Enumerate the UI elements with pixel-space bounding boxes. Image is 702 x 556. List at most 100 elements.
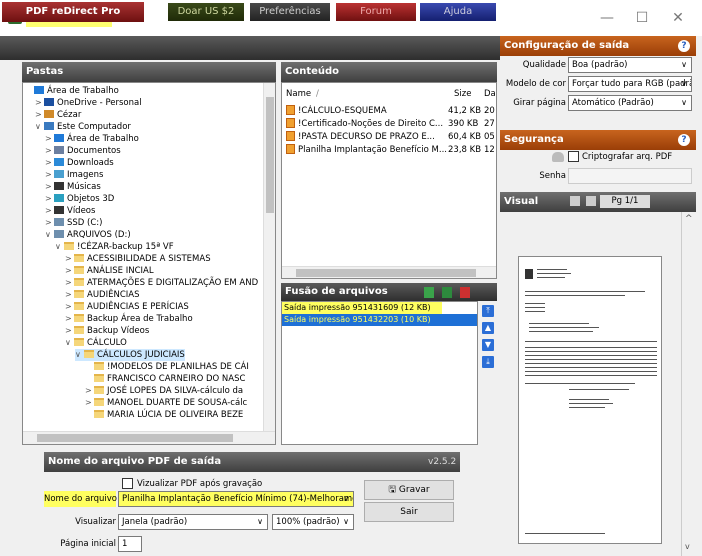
expand-icon[interactable]: > (45, 145, 54, 157)
tree-item[interactable]: FRANCISCO CARNEIRO DO NASC (85, 373, 245, 385)
merge-list[interactable]: Saída impressão 951431609 (12 KB) Saída … (281, 301, 478, 445)
expand-icon[interactable]: > (85, 385, 94, 397)
view-after-checkbox[interactable] (122, 478, 133, 489)
merge-item[interactable]: Saída impressão 951431609 (12 KB) (282, 302, 442, 314)
tree-item[interactable]: > Área de Trabalho (45, 133, 139, 145)
file-hscrollbar[interactable] (282, 266, 496, 278)
expand-icon[interactable]: ∨ (35, 121, 44, 133)
file-row[interactable]: Planilha Implantação Benefício M... 23,8 … (286, 144, 496, 156)
expand-icon[interactable]: > (65, 289, 74, 301)
tree-item[interactable]: ∨ !CÉZAR-backup 15ª VF (55, 241, 174, 253)
file-row[interactable]: !Certificado-Noções de Direito C... 390 K… (286, 118, 496, 130)
tree-item[interactable]: > AUDIÊNCIAS (65, 289, 139, 301)
print-icon[interactable] (586, 196, 596, 206)
tree-item[interactable]: !MODELOS DE PLANILHAS DE CÁI (85, 361, 249, 373)
expand-icon[interactable]: > (65, 301, 74, 313)
tree-item[interactable]: > SSD (C:) (45, 217, 102, 229)
tree-item[interactable]: ∨ CÁLCULOS JUDICIAIS (75, 349, 185, 361)
tree-item[interactable]: > ANÁLISE INCIAL (65, 265, 154, 277)
tree-item[interactable]: > Downloads (45, 157, 114, 169)
expand-icon[interactable]: > (45, 205, 54, 217)
tree-item[interactable]: > ATERMAÇÕES E DIGITALIZAÇÃO EM AND (65, 277, 258, 289)
tree-item[interactable]: MARIA LÚCIA DE OLIVEIRA BEZE (85, 409, 243, 421)
expand-icon[interactable]: > (45, 193, 54, 205)
expand-icon[interactable]: > (45, 157, 54, 169)
col-date-header[interactable]: Da (484, 89, 496, 99)
add-folder-icon[interactable] (442, 287, 452, 298)
file-row[interactable]: !PASTA DECURSO DE PRAZO E... 60,4 KB 05 (286, 131, 496, 143)
file-list[interactable]: Name / Size Da !CÁLCULO-ESQUEMA 41,2 KB 20… (281, 82, 497, 279)
expand-icon[interactable]: > (35, 109, 44, 121)
preview-panel[interactable]: ^ v (500, 212, 696, 556)
move-bottom-icon[interactable]: ⤓ (482, 356, 494, 368)
expand-icon[interactable]: > (65, 253, 74, 265)
remove-file-icon[interactable] (460, 287, 470, 298)
maximize-button[interactable]: ☐ (632, 10, 652, 26)
brand-button[interactable]: PDF reDirect Pro (2, 2, 144, 22)
expand-icon[interactable]: ∨ (75, 349, 84, 361)
preferences-button[interactable]: Preferências (250, 3, 330, 21)
tree-item[interactable]: ∨ CÁLCULO (65, 337, 127, 349)
move-up-icon[interactable]: ▲ (482, 322, 494, 334)
tree-hscrollbar[interactable] (23, 431, 275, 444)
move-top-icon[interactable]: ⤒ (482, 305, 494, 317)
security-help-icon[interactable]: ? (678, 134, 690, 146)
add-file-icon[interactable] (424, 287, 434, 298)
col-size-header[interactable]: Size (454, 89, 471, 99)
tree-item[interactable]: > Músicas (45, 181, 101, 193)
save-button[interactable]: 🖫 Gravar (364, 480, 454, 500)
tree-item[interactable]: > ACESSIBILIDADE A SISTEMAS (65, 253, 211, 265)
expand-icon[interactable]: ∨ (65, 337, 74, 349)
tree-item[interactable]: > JOSÉ LOPES DA SILVA-cálculo da (85, 385, 243, 397)
tree-item[interactable]: > Backup Área de Trabalho (65, 313, 193, 325)
encrypt-checkbox[interactable] (568, 151, 579, 162)
tree-scrollbar[interactable] (263, 83, 275, 432)
quality-select[interactable]: Boa (padrão) (568, 57, 692, 73)
rotate-select[interactable]: Atomático (Padrão) (568, 95, 692, 111)
tree-item[interactable]: ∨ ARQUIVOS (D:) (45, 229, 131, 241)
col-name-header[interactable]: Name (286, 89, 311, 99)
visualizar-select[interactable]: Janela (padrão) (118, 514, 268, 530)
tree-item[interactable]: ∨ Este Computador (35, 121, 131, 133)
zoom-select[interactable]: 100% (padrão) (272, 514, 354, 530)
tree-item[interactable]: > Documentos (45, 145, 121, 157)
expand-icon[interactable]: > (65, 265, 74, 277)
expand-icon[interactable]: > (65, 313, 74, 325)
expand-icon[interactable]: > (45, 133, 54, 145)
exit-button[interactable]: Sair (364, 502, 454, 522)
donate-button[interactable]: Doar US $2 (168, 3, 244, 21)
zoom-icon[interactable] (570, 196, 580, 206)
preview-scrollbar[interactable]: ^ v (681, 212, 696, 556)
start-page-input[interactable]: 1 (118, 536, 142, 552)
tree-item[interactable]: > Cézar (35, 109, 81, 121)
filename-input[interactable]: Planilha Implantação Benefício Mínimo (7… (118, 491, 354, 507)
file-row[interactable]: !CÁLCULO-ESQUEMA 41,2 KB 20 (286, 105, 496, 117)
config-help-icon[interactable]: ? (678, 40, 690, 52)
close-button[interactable]: ✕ (668, 10, 688, 26)
tree-item[interactable]: > Objetos 3D (45, 193, 114, 205)
expand-icon[interactable]: ∨ (55, 241, 64, 253)
tree-item[interactable]: > Imagens (45, 169, 103, 181)
forum-button[interactable]: Forum (336, 3, 416, 21)
tree-item[interactable]: > Backup Vídeos (65, 325, 149, 337)
help-button[interactable]: Ajuda (420, 3, 496, 21)
merge-item-selected[interactable]: Saída impressão 951432203 (10 KB) (282, 314, 477, 326)
expand-icon[interactable]: > (35, 97, 44, 109)
expand-icon[interactable]: ∨ (45, 229, 54, 241)
minimize-button[interactable]: — (597, 10, 617, 26)
password-input[interactable] (568, 168, 692, 184)
expand-icon[interactable]: > (45, 169, 54, 181)
expand-icon[interactable]: > (85, 397, 94, 409)
tree-item[interactable]: > OneDrive - Personal (35, 97, 142, 109)
tree-item[interactable]: > AUDIÊNCIAS E PERÍCIAS (65, 301, 189, 313)
expand-icon[interactable]: > (45, 181, 54, 193)
tree-item[interactable]: Área de Trabalho (25, 85, 119, 97)
expand-icon[interactable]: > (45, 217, 54, 229)
color-model-select[interactable]: Forçar tudo para RGB (padrã (568, 76, 692, 92)
expand-icon[interactable]: > (65, 325, 74, 337)
tree-item[interactable]: > Vídeos (45, 205, 95, 217)
tree-item[interactable]: > MANOEL DUARTE DE SOUSA-cálc (85, 397, 247, 409)
expand-icon[interactable]: > (65, 277, 74, 289)
move-down-icon[interactable]: ▼ (482, 339, 494, 351)
folder-tree[interactable]: Área de Trabalho > OneDrive - Personal > Céz… (22, 82, 276, 445)
